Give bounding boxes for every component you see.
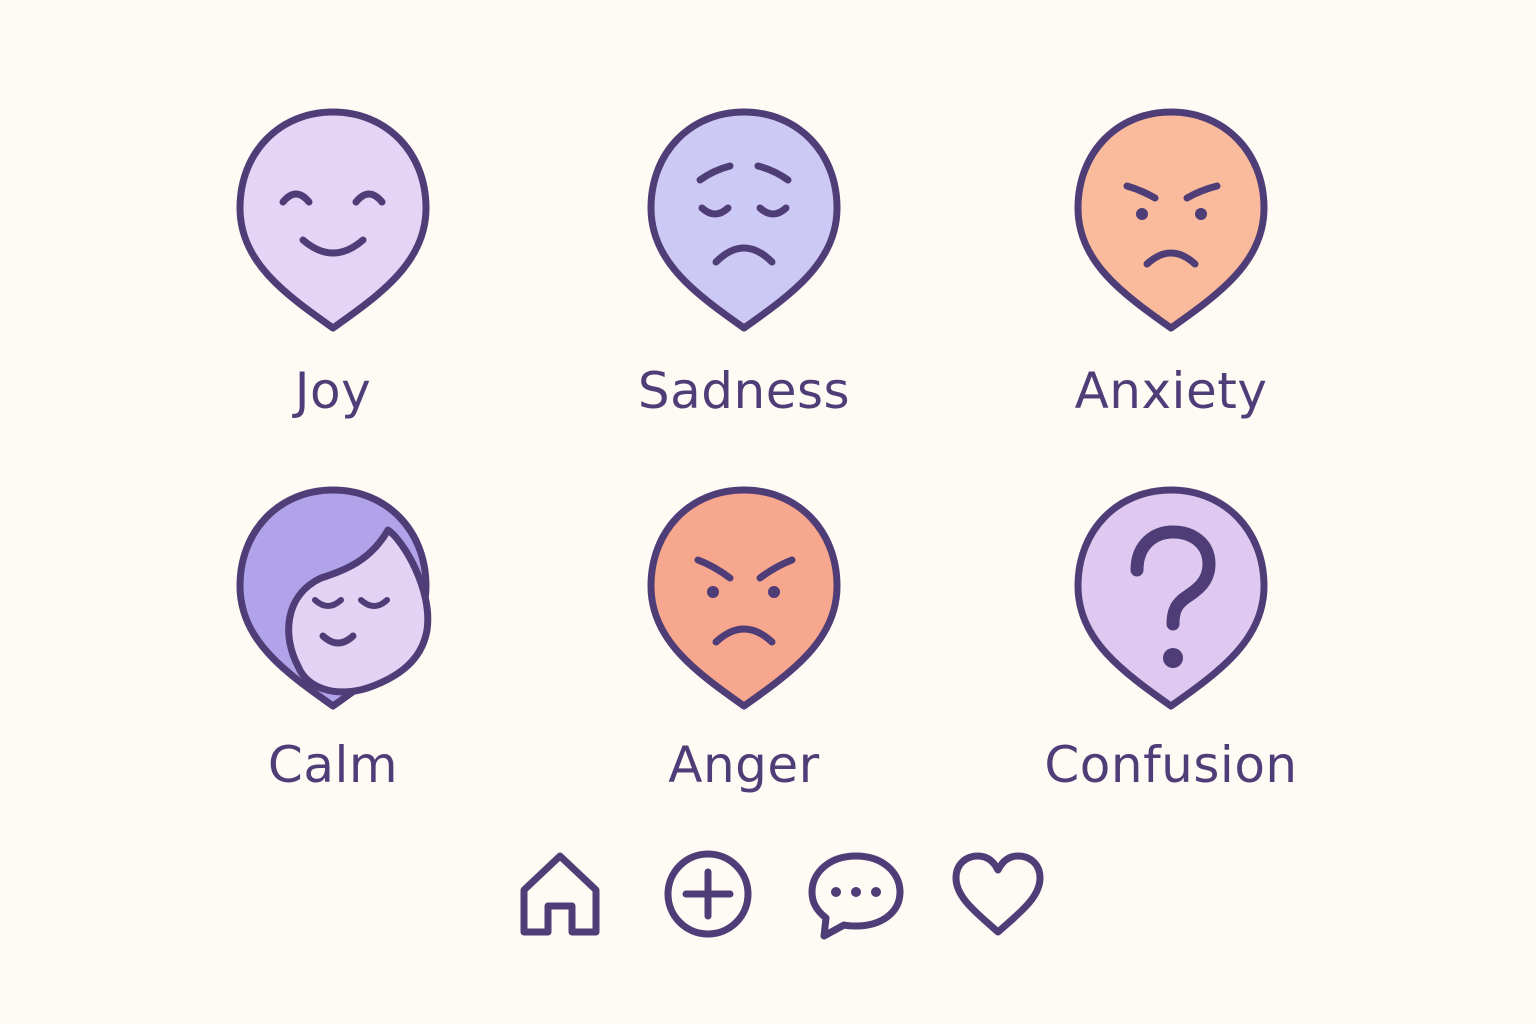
emotion-calm[interactable]: Calm	[203, 478, 463, 818]
emotion-label: Sadness	[637, 362, 851, 420]
home-button[interactable]	[510, 848, 610, 940]
emotion-label: Calm	[267, 736, 399, 794]
emotion-label: Anxiety	[1074, 362, 1268, 420]
question-mark-icon	[1074, 486, 1268, 710]
smiling-face-icon	[236, 108, 430, 332]
emotion-confusion[interactable]: Confusion	[1041, 478, 1301, 818]
chat-bubble-icon	[808, 852, 904, 940]
add-circle-icon	[664, 850, 752, 938]
emotion-anger[interactable]: Anger	[614, 478, 874, 818]
angry-face-icon	[647, 486, 841, 710]
heart-icon	[952, 852, 1044, 936]
emotion-label: Confusion	[1044, 736, 1298, 794]
emotion-anxiety[interactable]: Anxiety	[1041, 100, 1301, 440]
emotion-label: Anger	[668, 736, 820, 794]
bottom-navigation	[510, 848, 1050, 940]
chat-button[interactable]	[806, 848, 906, 940]
emotion-joy[interactable]: Joy	[203, 100, 463, 440]
home-icon	[520, 852, 600, 936]
add-button[interactable]	[658, 848, 758, 940]
favorites-button[interactable]	[948, 848, 1048, 940]
calm-face-with-hair-icon	[236, 486, 432, 710]
frowning-face-icon	[1074, 108, 1268, 332]
emotion-label: Joy	[294, 362, 372, 420]
emotion-sadness[interactable]: Sadness	[614, 100, 874, 440]
sad-face-icon	[647, 108, 841, 332]
